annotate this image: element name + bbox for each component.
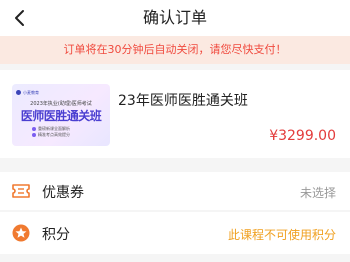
check-icon — [32, 127, 36, 131]
brand-logo-icon — [16, 90, 21, 95]
thumbnail-subtitle: 2023年执业(助理)医师考试 — [30, 101, 92, 107]
coupon-value[interactable]: 未选择 — [300, 184, 336, 201]
points-row: 积分 此课程不可使用积分 — [0, 212, 350, 254]
thumbnail-headline: 医师医胜通关班 — [20, 109, 102, 123]
nav-bar: 确认订单 — [0, 0, 350, 36]
course-card[interactable]: 小麦教育 2023年执业(助理)医师考试 医师医胜通关班 重磅新课全面解析 精准… — [0, 70, 350, 158]
check-icon — [32, 133, 36, 137]
coupon-label: 优惠券 — [42, 185, 84, 201]
course-name: 23年医师医胜通关班 — [118, 93, 248, 109]
payment-timeout-notice: 订单将在30分钟后自动关闭，请您尽快支付！ — [0, 36, 350, 64]
coupon-row[interactable]: 优惠券 未选择 — [0, 172, 350, 210]
course-thumbnail: 小麦教育 2023年执业(助理)医师考试 医师医胜通关班 重磅新课全面解析 精准… — [12, 84, 110, 146]
points-label: 积分 — [42, 227, 70, 243]
thumbnail-feature: 精准考点高效提分 — [32, 132, 70, 138]
course-price: ¥3299.00 — [269, 128, 336, 144]
points-star-icon — [12, 224, 30, 242]
thumbnail-brand: 小麦教育 — [23, 90, 39, 95]
points-value: 此课程不可使用积分 — [227, 228, 336, 242]
ticket-icon — [12, 182, 30, 200]
page-title: 确认订单 — [142, 8, 207, 27]
